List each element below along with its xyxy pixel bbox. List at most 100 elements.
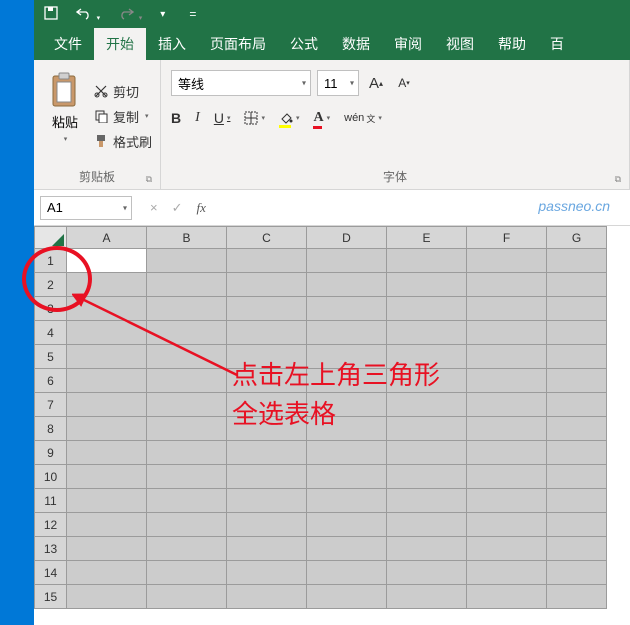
cell-D15[interactable] — [307, 585, 387, 609]
cell-D8[interactable] — [307, 417, 387, 441]
cell-A2[interactable] — [67, 273, 147, 297]
cell-C9[interactable] — [227, 441, 307, 465]
cell-A11[interactable] — [67, 489, 147, 513]
cell-A12[interactable] — [67, 513, 147, 537]
font-size-select[interactable]: 11 ▾ — [317, 70, 359, 96]
cell-B6[interactable] — [147, 369, 227, 393]
decrease-font-button[interactable]: A▾ — [393, 72, 415, 94]
cell-A10[interactable] — [67, 465, 147, 489]
font-launcher-icon[interactable]: ⧉ — [615, 174, 621, 185]
cell-A15[interactable] — [67, 585, 147, 609]
cell-B5[interactable] — [147, 345, 227, 369]
font-color-button[interactable]: A ▾ — [313, 110, 330, 126]
save-icon[interactable] — [44, 6, 58, 23]
cell-F1[interactable] — [467, 249, 547, 273]
redo-icon[interactable]: ▾ — [118, 6, 142, 23]
cut-button[interactable]: 剪切 — [94, 82, 152, 101]
tab-home[interactable]: 开始 — [94, 28, 146, 60]
cell-G14[interactable] — [547, 561, 607, 585]
cell-D6[interactable] — [307, 369, 387, 393]
cell-C1[interactable] — [227, 249, 307, 273]
cell-A3[interactable] — [67, 297, 147, 321]
row-header-14[interactable]: 14 — [35, 561, 67, 585]
cell-C5[interactable] — [227, 345, 307, 369]
tab-view[interactable]: 视图 — [434, 28, 486, 60]
fill-color-button[interactable]: ▾ — [279, 111, 300, 125]
cell-A7[interactable] — [67, 393, 147, 417]
format-painter-button[interactable]: 格式刷 — [94, 132, 152, 151]
row-header-5[interactable]: 5 — [35, 345, 67, 369]
col-header-E[interactable]: E — [387, 227, 467, 249]
cell-G9[interactable] — [547, 441, 607, 465]
cell-F5[interactable] — [467, 345, 547, 369]
cell-D14[interactable] — [307, 561, 387, 585]
cell-B8[interactable] — [147, 417, 227, 441]
row-header-10[interactable]: 10 — [35, 465, 67, 489]
cell-D13[interactable] — [307, 537, 387, 561]
undo-icon[interactable]: ▾ — [76, 6, 100, 23]
cell-F2[interactable] — [467, 273, 547, 297]
cell-E9[interactable] — [387, 441, 467, 465]
cell-G15[interactable] — [547, 585, 607, 609]
cell-A1[interactable] — [67, 249, 147, 273]
name-box[interactable]: A1 ▾ — [40, 196, 132, 220]
cell-grid[interactable]: ABCDEFG123456789101112131415 — [34, 226, 630, 625]
row-header-8[interactable]: 8 — [35, 417, 67, 441]
cell-F14[interactable] — [467, 561, 547, 585]
cell-D2[interactable] — [307, 273, 387, 297]
row-header-11[interactable]: 11 — [35, 489, 67, 513]
cell-F8[interactable] — [467, 417, 547, 441]
tab-data[interactable]: 数据 — [330, 28, 382, 60]
cell-C13[interactable] — [227, 537, 307, 561]
cell-G10[interactable] — [547, 465, 607, 489]
col-header-C[interactable]: C — [227, 227, 307, 249]
cell-F3[interactable] — [467, 297, 547, 321]
cell-B4[interactable] — [147, 321, 227, 345]
cell-D10[interactable] — [307, 465, 387, 489]
cell-E15[interactable] — [387, 585, 467, 609]
cell-C6[interactable] — [227, 369, 307, 393]
row-header-2[interactable]: 2 — [35, 273, 67, 297]
cell-F9[interactable] — [467, 441, 547, 465]
row-header-15[interactable]: 15 — [35, 585, 67, 609]
row-header-13[interactable]: 13 — [35, 537, 67, 561]
cell-F15[interactable] — [467, 585, 547, 609]
cell-B9[interactable] — [147, 441, 227, 465]
cell-C10[interactable] — [227, 465, 307, 489]
cell-G7[interactable] — [547, 393, 607, 417]
col-header-B[interactable]: B — [147, 227, 227, 249]
row-header-12[interactable]: 12 — [35, 513, 67, 537]
cell-E8[interactable] — [387, 417, 467, 441]
cell-D4[interactable] — [307, 321, 387, 345]
tab-review[interactable]: 审阅 — [382, 28, 434, 60]
cell-B14[interactable] — [147, 561, 227, 585]
cell-E1[interactable] — [387, 249, 467, 273]
italic-button[interactable]: I — [195, 110, 200, 126]
phonetic-button[interactable]: wén文 ▾ — [344, 112, 382, 125]
underline-button[interactable]: U▾ — [214, 110, 231, 126]
cell-G2[interactable] — [547, 273, 607, 297]
cell-E7[interactable] — [387, 393, 467, 417]
cell-C4[interactable] — [227, 321, 307, 345]
cell-G4[interactable] — [547, 321, 607, 345]
cell-C2[interactable] — [227, 273, 307, 297]
confirm-formula-icon[interactable]: ✓ — [172, 200, 183, 216]
select-all-corner[interactable] — [35, 227, 67, 249]
cell-A4[interactable] — [67, 321, 147, 345]
bold-button[interactable]: B — [171, 110, 181, 126]
cell-D3[interactable] — [307, 297, 387, 321]
row-header-3[interactable]: 3 — [35, 297, 67, 321]
insert-function-icon[interactable]: fx — [197, 200, 206, 216]
copy-button[interactable]: 复制 ▾ — [94, 107, 152, 126]
row-header-4[interactable]: 4 — [35, 321, 67, 345]
row-header-7[interactable]: 7 — [35, 393, 67, 417]
cell-A13[interactable] — [67, 537, 147, 561]
cell-F4[interactable] — [467, 321, 547, 345]
cell-F11[interactable] — [467, 489, 547, 513]
cell-C11[interactable] — [227, 489, 307, 513]
tab-baidu[interactable]: 百 — [538, 28, 576, 60]
cell-A14[interactable] — [67, 561, 147, 585]
cell-E2[interactable] — [387, 273, 467, 297]
qat-customize-icon[interactable]: ▾ — [160, 9, 165, 20]
col-header-G[interactable]: G — [547, 227, 607, 249]
